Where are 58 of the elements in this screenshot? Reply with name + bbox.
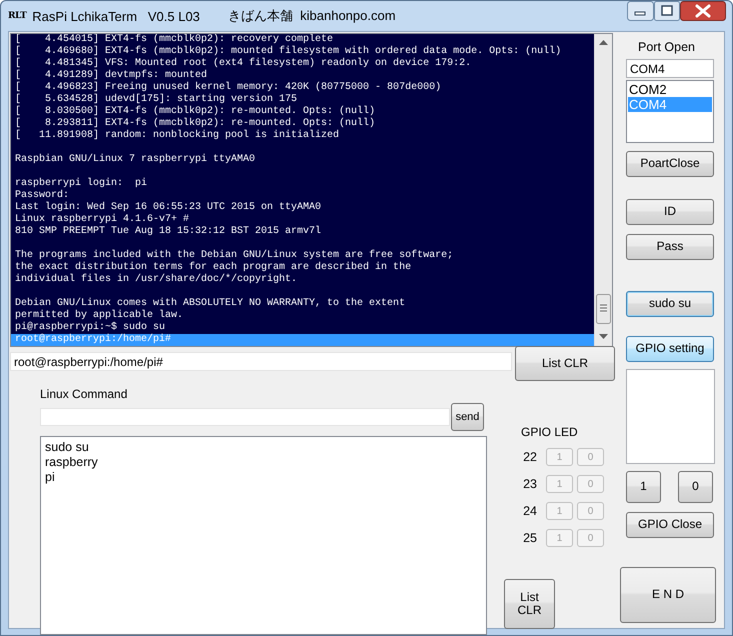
history-item[interactable]: sudo su: [45, 440, 482, 455]
gpio-led-label: GPIO LED: [521, 425, 579, 439]
gpio-off-button[interactable]: 0: [678, 471, 713, 503]
app-icon: RLT: [8, 11, 26, 21]
window-subtitle: きばん本舗 kibanhonpo.com: [228, 7, 396, 25]
terminal-line[interactable]: [ 4.496823] Freeing unused kernel memory: 420K (80775000 - 807de000): [15, 82, 442, 94]
side-button[interactable]: sudo su: [626, 291, 714, 317]
history-list[interactable]: sudo su raspberry pi: [40, 436, 487, 635]
close-button[interactable]: [680, 1, 726, 21]
side-button[interactable]: PoartClose: [626, 151, 714, 177]
terminal-line[interactable]: Debian GNU/Linux comes with ABSOLUTELY NO WARRANTY, to the extent: [15, 298, 406, 310]
send-button[interactable]: send: [451, 403, 484, 431]
maximize-button[interactable]: [654, 1, 680, 21]
terminal-line[interactable]: Raspbian GNU/Linux 7 raspberrypi ttyAMA0: [15, 154, 256, 166]
terminal-line[interactable]: permitted by applicable law.: [15, 310, 184, 322]
terminal-line[interactable]: Last login: Wed Sep 16 06:55:23 UTC 2015 on ttyAMA0: [15, 202, 322, 214]
scrollbar-thumb[interactable]: [596, 294, 611, 324]
history-item[interactable]: raspberry: [45, 455, 482, 470]
port-open-label: Port Open: [638, 40, 695, 54]
list-clear-button[interactable]: List CLR: [504, 579, 555, 629]
terminal-line[interactable]: [ 8.030500] EXT4-fs (mmcblk0p2): re-mounted. Opts: (null): [15, 106, 376, 118]
side-button[interactable]: ID: [626, 199, 714, 225]
terminal-line[interactable]: 810 SMP PREEMPT Tue Aug 18 15:32:12 BST 2015 armv7l: [15, 226, 322, 238]
scroll-up-icon[interactable]: [599, 40, 608, 46]
minimize-button[interactable]: [627, 1, 654, 21]
history-item[interactable]: pi: [45, 470, 482, 485]
terminal-line[interactable]: Linux raspberrypi 4.1.6-v7+ #: [15, 214, 190, 226]
port-field[interactable]: COM4: [626, 59, 714, 78]
pin-label: 25: [522, 531, 538, 545]
port-item[interactable]: COM2: [628, 82, 712, 97]
window-title: RasPi LchikaTerm V0.5 L03: [32, 8, 200, 24]
gpio-on-button[interactable]: 1: [626, 471, 661, 503]
pin-label: 22: [522, 450, 538, 464]
end-button[interactable]: E N D: [620, 567, 716, 623]
terminal-line[interactable]: [ 4.481345] VFS: Mounted root (ext4 filesystem) readonly on device 179:2.: [15, 58, 472, 70]
terminal-line[interactable]: Password:: [15, 190, 70, 202]
terminal-line[interactable]: [ 4.469680] EXT4-fs (mmcblk0p2): mounted filesystem with ordered data mode. Opts: (null): [15, 46, 562, 58]
terminal-line[interactable]: [ 4.454015] EXT4-fs (mmcblk0p2): recovery complete: [15, 34, 334, 46]
terminal-line[interactable]: individual files in /usr/share/doc/*/copyright.: [15, 274, 298, 286]
prompt-field[interactable]: root@raspberrypi:/home/pi#: [10, 352, 512, 371]
side-button[interactable]: Pass: [626, 234, 714, 260]
command-label: Linux Command: [40, 387, 128, 401]
terminal-line[interactable]: [ 4.491289] devtmpfs: mounted: [15, 70, 208, 82]
scroll-down-icon[interactable]: [599, 334, 608, 340]
terminal-line[interactable]: The programs included with the Debian GNU/Linux system are free software;: [15, 250, 454, 262]
port-list[interactable]: COM2 COM4: [626, 80, 714, 143]
terminal-line[interactable]: the exact distribution terms for each program are described in the: [15, 262, 412, 274]
side-button[interactable]: GPIO setting: [626, 336, 714, 362]
pin-label: 24: [522, 504, 538, 518]
command-field[interactable]: [40, 408, 450, 426]
gpio-close-button[interactable]: GPIO Close: [626, 512, 714, 538]
terminal-line[interactable]: raspberrypi login: pi: [15, 178, 148, 190]
pin-label: 23: [522, 477, 538, 491]
terminal-line[interactable]: [ 5.634528] udevd[175]: starting version 175: [15, 94, 298, 106]
terminal-line[interactable]: [ 8.293811] EXT4-fs (mmcblk0p2): re-mounted. Opts: (null): [15, 118, 376, 130]
terminal-line[interactable]: pi@raspberrypi:~$ sudo su: [15, 322, 166, 334]
terminal-line[interactable]: [ 11.891908] random: nonblocking pool is initialized: [15, 130, 340, 142]
list-clear-button[interactable]: List CLR: [515, 346, 615, 381]
